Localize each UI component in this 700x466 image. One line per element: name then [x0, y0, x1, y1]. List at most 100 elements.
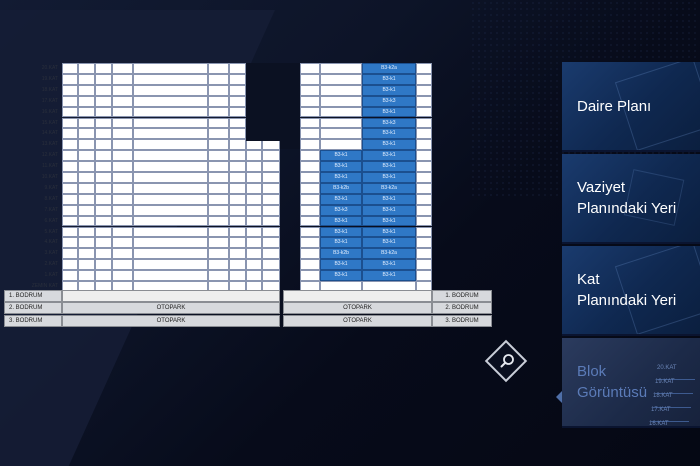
unit-cell[interactable]: B3-k2a [362, 63, 416, 74]
floor-label: 10.KAT [41, 174, 58, 180]
menu-item-label-line1: Vaziyet [577, 179, 626, 196]
floor-cell [246, 259, 262, 271]
unit-label: B3-k1 [382, 108, 396, 115]
unit-cell[interactable]: B3-k1 [362, 150, 416, 162]
unit-cell[interactable]: B3-k1 [320, 150, 362, 162]
unit-cell[interactable]: B3-k1 [362, 215, 416, 227]
unit-cell[interactable]: B3-k1 [362, 73, 416, 85]
floor-cell [112, 139, 133, 151]
unit-label: B3-k1 [382, 217, 396, 224]
floor-cell [208, 172, 229, 183]
unit-cell[interactable]: B3-k1 [362, 161, 416, 172]
unit-cell[interactable]: B3-k2b [320, 248, 362, 260]
floor-cell [262, 237, 280, 249]
unit-cell[interactable]: B3-k1 [320, 215, 362, 227]
floor-cell [229, 226, 246, 238]
floor-cell [208, 270, 229, 281]
floor-cell [208, 95, 229, 107]
floor-cell [62, 259, 78, 271]
menu-item-vaziyet-plani[interactable]: Vaziyet Planındaki Yeri [562, 154, 700, 244]
unit-cell[interactable]: B3-k1 [320, 161, 362, 172]
floor-cell [112, 182, 133, 194]
menu-item-label-line2: Görüntüsü [577, 384, 648, 401]
basement-parking-right: OTOPARK [283, 315, 432, 327]
floor-cell [246, 248, 262, 260]
floor-cell [62, 226, 78, 238]
menu-item-daire-plani[interactable]: Daire Planı [562, 62, 700, 152]
floor-cell [320, 128, 362, 140]
triangle-left-icon [556, 391, 562, 403]
unit-cell[interactable]: B3-k2b [320, 182, 362, 194]
floor-cell [320, 63, 362, 74]
unit-cell[interactable]: B3-k1 [320, 193, 362, 205]
floor-cell [229, 106, 246, 118]
floor-cell [95, 84, 112, 96]
floor-cell [62, 193, 78, 205]
floor-cell [300, 161, 320, 172]
floor-label: 15.KAT [41, 119, 58, 126]
floor-cell [78, 215, 95, 227]
unit-cell[interactable]: B3-k1 [362, 172, 416, 183]
unit-cell[interactable]: B3-k1 [362, 139, 416, 151]
mini-floor-label: 16.KAT [649, 414, 687, 426]
unit-label: B3-k3 [382, 119, 396, 126]
floor-cell [133, 95, 208, 107]
floor-cell [78, 172, 95, 183]
floor-label: 1.KAT [44, 272, 58, 279]
unit-cell[interactable]: B3-k1 [362, 226, 416, 238]
floor-cell [262, 204, 280, 216]
unit-cell[interactable]: B3-k3 [362, 95, 416, 107]
menu-item-label-line2: Planındaki Yeri [577, 200, 677, 217]
floor-cell [416, 128, 432, 140]
unit-cell[interactable]: B3-k1 [362, 106, 416, 118]
floor-cell [112, 204, 133, 216]
floor-cell [208, 215, 229, 227]
unit-cell[interactable]: B3-k2a [362, 248, 416, 260]
menu-item-label-line2: Planındaki Yeri [577, 292, 677, 309]
floor-cell [95, 106, 112, 118]
unit-label: B3-k1 [334, 272, 348, 279]
unit-label: B3-k1 [382, 239, 396, 246]
floor-label: ZEMIN KAT [31, 283, 58, 289]
unit-cell[interactable]: B3-k1 [362, 84, 416, 96]
unit-cell[interactable]: B3-k1 [362, 204, 416, 216]
unit-cell[interactable]: B3-k1 [362, 237, 416, 249]
unit-cell[interactable]: B3-k1 [362, 193, 416, 205]
floor-cell [416, 259, 432, 271]
unit-cell[interactable]: B3-k1 [320, 270, 362, 281]
floor-cell [229, 237, 246, 249]
unit-cell[interactable]: B3-k1 [362, 259, 416, 271]
unit-cell[interactable]: B3-k1 [320, 237, 362, 249]
floor-cell [95, 193, 112, 205]
unit-cell[interactable]: B3-k3 [362, 117, 416, 129]
floor-cell [62, 106, 78, 118]
floor-cell [95, 215, 112, 227]
unit-cell[interactable]: B3-k1 [320, 172, 362, 183]
unit-cell[interactable]: B3-k1 [320, 226, 362, 238]
floor-cell [112, 73, 133, 85]
floor-cell [112, 248, 133, 260]
unit-cell[interactable]: B3-k1 [362, 128, 416, 140]
unit-cell[interactable]: B3-k1 [320, 259, 362, 271]
floor-cell [62, 182, 78, 194]
menu-item-kat-plani[interactable]: Kat Planındaki Yeri [562, 246, 700, 336]
basement-parking-left: OTOPARK [62, 315, 280, 327]
floor-cell [300, 270, 320, 281]
floor-cell [416, 204, 432, 216]
unit-cell[interactable]: B3-k2a [362, 182, 416, 194]
floor-cell [300, 128, 320, 140]
floor-cell [133, 237, 208, 249]
unit-cell[interactable]: B3-k3 [320, 204, 362, 216]
floor-cell [320, 84, 362, 96]
floor-cell [78, 95, 95, 107]
floor-cell [62, 150, 78, 162]
floor-cell [416, 150, 432, 162]
floor-cell [300, 215, 320, 227]
floor-cell [229, 84, 246, 96]
unit-cell[interactable]: B3-k1 [362, 270, 416, 281]
menu-item-blok-goruntusu[interactable]: 20.KAT 19.KAT 18.KAT 17.KAT 16.KAT Blok Görü… [562, 338, 700, 428]
floor-cell [95, 226, 112, 238]
floor-cell [95, 150, 112, 162]
floor-cell [78, 117, 95, 129]
floor-label: 6.KAT [44, 217, 58, 224]
